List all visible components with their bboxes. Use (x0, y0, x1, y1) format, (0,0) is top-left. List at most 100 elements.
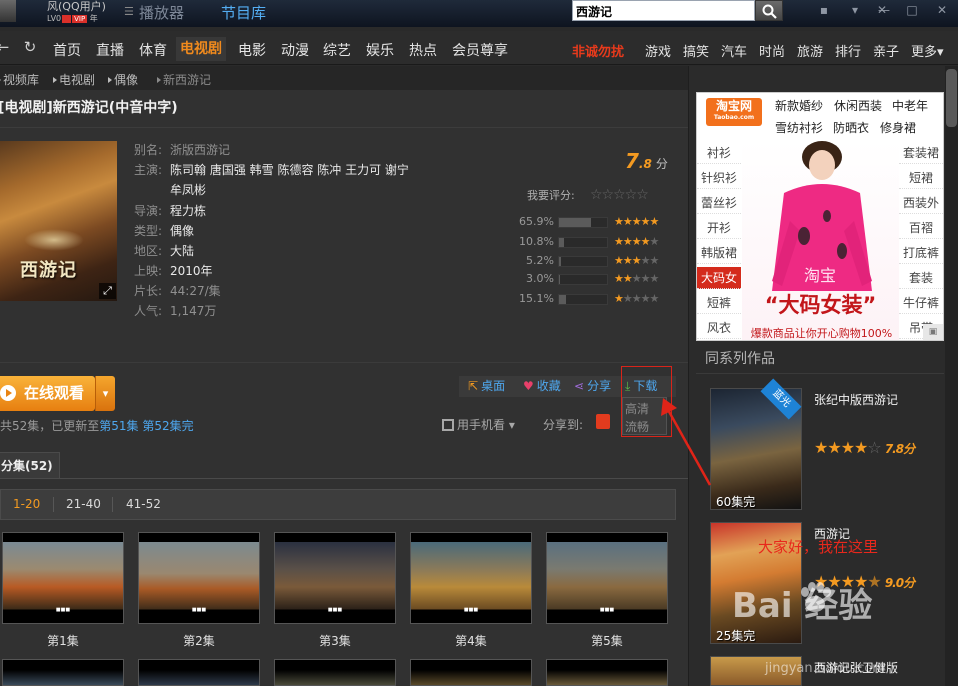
ad-close-icon[interactable]: ▣ (923, 324, 943, 340)
nav-sports[interactable]: 体育 (139, 40, 167, 60)
expand-icon[interactable]: ⤢ (99, 283, 116, 299)
tab-library[interactable]: 节目库 (221, 2, 266, 23)
nav-home[interactable]: 首页 (53, 40, 81, 60)
nav-movies[interactable]: 电影 (238, 40, 266, 60)
message-icon[interactable]: ▪ (815, 2, 833, 19)
series-name[interactable]: 张纪中版西游记 (814, 391, 898, 408)
maximize-icon[interactable]: □ (903, 2, 921, 19)
ad-category[interactable]: 衬衫 (697, 142, 741, 164)
ad-category[interactable]: 针织衫 (697, 167, 741, 189)
nav-variety[interactable]: 综艺 (323, 40, 351, 60)
tab-player[interactable]: 播放器 (139, 2, 184, 23)
show-poster[interactable]: 西游记 (0, 141, 117, 301)
ad-category[interactable]: 大码女 (697, 267, 741, 289)
episode-52-link[interactable]: 第52集完 (142, 419, 193, 433)
ad-category[interactable]: 短裤 (697, 292, 741, 314)
breadcrumb: 视频库 电视剧 偶像 新西游记 (0, 66, 690, 90)
episode-label[interactable]: 第1集 (2, 632, 124, 649)
tab-episodes[interactable]: 分集(52) (0, 452, 60, 479)
nav-funny[interactable]: 搞笑 (683, 41, 709, 60)
desktop-button[interactable]: ⇱ 桌面 (468, 377, 505, 396)
nav-cars[interactable]: 汽车 (721, 41, 747, 60)
watch-options-button[interactable]: ▾ (95, 376, 115, 411)
nav-anime[interactable]: 动漫 (281, 40, 309, 60)
episode-thumbnail[interactable] (274, 659, 396, 686)
ad-category[interactable]: 西装外 (899, 192, 943, 214)
episode-thumbnail[interactable]: ■■■ (274, 532, 396, 624)
ad-link[interactable]: 雪纺衬衫 (775, 119, 823, 136)
episode-thumbnail[interactable] (138, 659, 260, 686)
nav-ranking[interactable]: 排行 (835, 41, 861, 60)
meta-value[interactable]: 牟凤彬 (170, 181, 206, 198)
share-button[interactable]: ⋖ 分享 (574, 377, 611, 396)
episode-thumbnail[interactable]: ■■■ (2, 532, 124, 624)
ad-category[interactable]: 百褶 (899, 217, 943, 239)
episode-label[interactable]: 第3集 (274, 632, 396, 649)
episode-label[interactable]: 第2集 (138, 632, 260, 649)
crumb-tv[interactable]: 电视剧 (53, 71, 95, 88)
episode-thumbnail[interactable] (2, 659, 124, 686)
ad-category[interactable]: 蕾丝衫 (697, 192, 741, 214)
nav-vip[interactable]: 会员尊享 (452, 40, 508, 60)
episode-thumbnail[interactable] (546, 659, 668, 686)
ad-category[interactable]: 短裙 (899, 167, 943, 189)
nav-promo[interactable]: 非诚勿扰 (572, 41, 624, 60)
crumb-current: 新西游记 (157, 71, 211, 88)
my-rating-stars[interactable]: ☆☆☆☆☆ (590, 187, 649, 203)
close-icon[interactable]: ✕ (933, 2, 951, 19)
ad-category[interactable]: 牛仔裤 (899, 292, 943, 314)
episode-51-link[interactable]: 第51集 (99, 419, 138, 433)
back-icon[interactable]: ← (0, 38, 12, 56)
episode-thumbnail[interactable] (410, 659, 532, 686)
rating-percent: 5.2% (526, 254, 554, 267)
user-avatar[interactable] (0, 0, 16, 22)
ad-link[interactable]: 新款婚纱 (775, 97, 823, 114)
scrollbar[interactable] (945, 66, 958, 686)
dropdown-menu-icon[interactable]: ▾ (846, 2, 864, 19)
ad-link[interactable]: 休闲西装 (834, 97, 882, 114)
minimize-icon[interactable]: — (875, 2, 893, 19)
meta-value[interactable]: 陈司翰 唐国强 韩雪 陈德容 陈冲 王力可 谢宁 (170, 161, 409, 178)
refresh-icon[interactable]: ↻ (21, 38, 39, 56)
range-21-40[interactable]: 21-40 (66, 497, 101, 511)
range-41-52[interactable]: 41-52 (126, 497, 161, 511)
nav-live[interactable]: 直播 (96, 40, 124, 60)
nav-more[interactable]: 更多▾ (911, 41, 944, 60)
ad-link[interactable]: 防晒衣 (833, 119, 869, 136)
taobao-logo[interactable]: 淘宝网 Taobao.com (706, 98, 762, 126)
search-button[interactable] (755, 0, 783, 21)
episode-label[interactable]: 第4集 (410, 632, 532, 649)
ad-link[interactable]: 修身裙 (880, 119, 916, 136)
nav-entertainment[interactable]: 娱乐 (366, 40, 394, 60)
nav-fashion[interactable]: 时尚 (759, 41, 785, 60)
user-menu-icon[interactable]: ☰ (124, 5, 134, 18)
ad-category[interactable]: 风衣 (697, 317, 741, 339)
search-input[interactable]: 西游记 (572, 0, 755, 21)
divider (0, 478, 688, 479)
crumb-idol[interactable]: 偶像 (108, 71, 138, 88)
ad-category[interactable]: 套装 (899, 267, 943, 289)
ad-category[interactable]: 套装裙 (899, 142, 943, 164)
nav-games[interactable]: 游戏 (645, 41, 671, 60)
ad-category[interactable]: 韩版裙 (697, 242, 741, 264)
nav-kids[interactable]: 亲子 (873, 41, 899, 60)
ad-category[interactable]: 开衫 (697, 217, 741, 239)
scrollbar-thumb[interactable] (946, 69, 957, 127)
favorite-button[interactable]: ♥ 收藏 (523, 377, 561, 396)
crumb-video-library[interactable]: 视频库 (0, 71, 39, 88)
nav-hot[interactable]: 热点 (409, 40, 437, 60)
mobile-watch-button[interactable]: 用手机看 ▾ (442, 416, 515, 433)
nav-tv[interactable]: 电视剧 (176, 37, 226, 61)
watch-online-button[interactable]: 在线观看 (0, 376, 95, 411)
episode-thumbnail[interactable]: ■■■ (546, 532, 668, 624)
range-1-20[interactable]: 1-20 (13, 497, 40, 511)
username[interactable]: 风(QQ用户) (47, 0, 106, 14)
weibo-icon[interactable] (596, 414, 610, 429)
ad-category[interactable]: 打底裤 (899, 242, 943, 264)
taobao-brand-sub: Taobao.com (713, 114, 755, 121)
ad-link[interactable]: 中老年 (892, 97, 928, 114)
episode-thumbnail[interactable]: ■■■ (410, 532, 532, 624)
nav-travel[interactable]: 旅游 (797, 41, 823, 60)
episode-thumbnail[interactable]: ■■■ (138, 532, 260, 624)
episode-label[interactable]: 第5集 (546, 632, 668, 649)
